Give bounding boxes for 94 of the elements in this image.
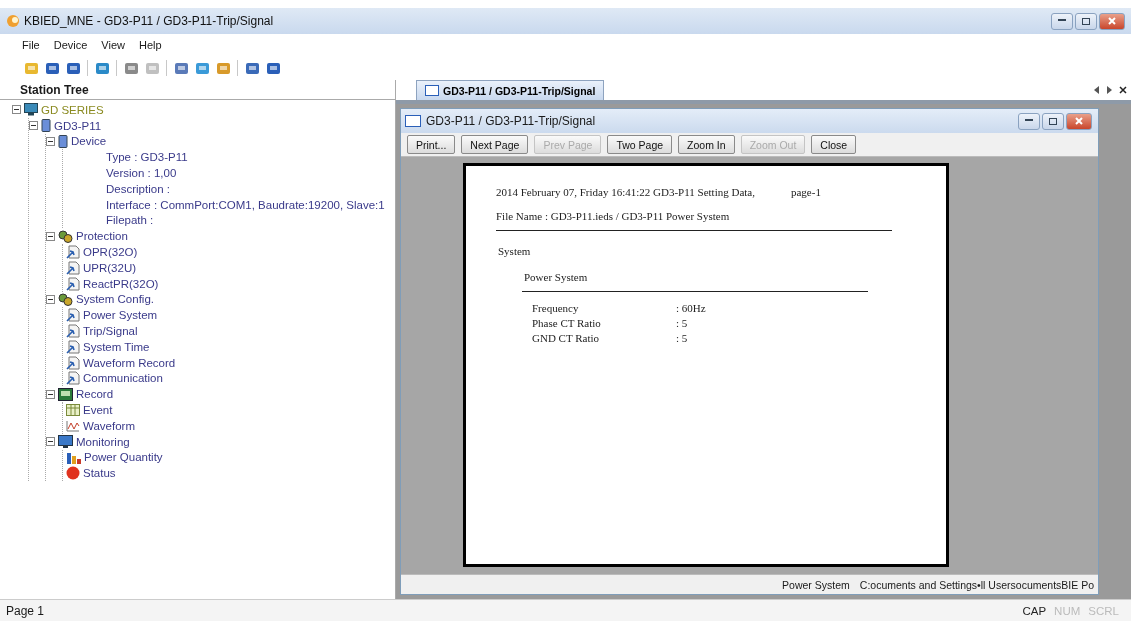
key-indicator: CAP: [1022, 604, 1047, 617]
minimize-button[interactable]: [1018, 112, 1040, 130]
maximize-icon: [1082, 17, 1090, 25]
setting-name: Phase CT Ratio: [532, 317, 602, 329]
close-icon: [1075, 117, 1083, 125]
tree-item[interactable]: Interface : CommPort:COM1, Baudrate:19200, Slave:1: [106, 198, 385, 211]
tree-item[interactable]: Waveform Record: [83, 356, 176, 369]
setting-name: GND CT Ratio: [532, 332, 601, 344]
record-icon: [58, 387, 73, 401]
tree-item[interactable]: Filepath :: [106, 214, 154, 227]
bar-chart-icon: [66, 450, 81, 464]
minimize-icon: [1025, 119, 1033, 123]
menu-item[interactable]: View: [101, 39, 125, 51]
key-indicator: NUM: [1054, 604, 1081, 617]
close-icon: [1108, 17, 1116, 25]
minimize-icon: [1058, 19, 1066, 23]
tree-item[interactable]: Protection: [76, 230, 128, 243]
tree-item[interactable]: Power System: [83, 309, 158, 322]
status-text: Power System: [782, 578, 850, 591]
section-heading: System: [498, 245, 531, 257]
tree-item[interactable]: Trip/Signal: [83, 325, 138, 338]
toolbar-button[interactable]: Close: [811, 135, 857, 154]
key-indicator: SCRL: [1088, 604, 1119, 617]
tree-item[interactable]: Version : 1,00: [106, 167, 177, 180]
tree-item[interactable]: Status: [83, 467, 116, 480]
tree-item[interactable]: System Time: [83, 340, 150, 353]
app-icon: [6, 14, 20, 28]
setting-value: : 60Hz: [676, 302, 707, 314]
subsection-heading: Power System: [524, 271, 588, 283]
page-icon: [66, 276, 80, 291]
toolbar-button[interactable]: Zoom In: [678, 135, 735, 154]
document-tab[interactable]: GD3-P11 / GD3-P11-Trip/Signal: [416, 80, 605, 100]
menu-item[interactable]: Device: [53, 39, 88, 51]
tree-item[interactable]: Monitoring: [76, 435, 130, 448]
menu-item[interactable]: Help: [139, 39, 162, 51]
tree-item[interactable]: Waveform: [83, 419, 135, 432]
tree-item[interactable]: UPR(32U): [83, 261, 137, 274]
collapse-icon[interactable]: [46, 437, 55, 447]
gears-icon: [58, 292, 73, 306]
close-icon[interactable]: [1118, 85, 1127, 95]
close-button[interactable]: [1099, 12, 1125, 30]
window-title: GD3-P11 / GD3-P11-Trip/Signal: [426, 114, 597, 128]
window-title: KBIED_MNE - GD3-P11 / GD3-P11-Trip/Signal: [24, 14, 275, 28]
tree-item[interactable]: Device: [71, 135, 107, 148]
collapse-icon[interactable]: [46, 231, 55, 241]
gears-icon: [58, 229, 73, 243]
scroll-right-icon[interactable]: [1105, 85, 1114, 95]
maximize-button[interactable]: [1075, 12, 1097, 30]
page-icon: [66, 371, 80, 386]
collapse-icon[interactable]: [29, 121, 38, 131]
file-name: File Name : GD3-P11.ieds / GD3-P11 Power System: [496, 210, 730, 222]
collapse-icon[interactable]: [46, 137, 55, 146]
tree-item[interactable]: Event: [83, 404, 113, 417]
collapse-icon[interactable]: [12, 105, 21, 115]
scroll-left-icon[interactable]: [1092, 85, 1101, 95]
collapse-icon[interactable]: [46, 389, 55, 399]
tree-item[interactable]: Type : GD3-P11: [106, 151, 188, 164]
status-dot-icon: [66, 466, 80, 481]
device-icon: [41, 119, 51, 133]
waveform-icon: [66, 419, 80, 432]
tree-item[interactable]: OPR(32O): [83, 246, 138, 259]
tree-item[interactable]: System Config.: [76, 293, 154, 306]
tree-item[interactable]: Description :: [106, 182, 170, 195]
restore-icon: [1049, 117, 1057, 125]
setting-value: : 5: [676, 317, 689, 329]
toolbar-button[interactable]: Two Page: [607, 135, 673, 154]
page-icon: [66, 308, 80, 323]
tree-item[interactable]: Communication: [83, 372, 163, 385]
page-icon: [66, 245, 80, 260]
restore-button[interactable]: [1042, 112, 1064, 130]
page-icon: [66, 260, 80, 275]
page-number: page-1: [791, 186, 821, 198]
toolbar-button[interactable]: Next Page: [461, 135, 529, 154]
menu-item[interactable]: File: [22, 39, 40, 51]
page-icon: [66, 355, 80, 370]
page-icon: [66, 324, 80, 339]
tree-item[interactable]: Record: [76, 388, 114, 401]
tree-item[interactable]: GD3-P11: [54, 119, 102, 132]
table-icon: [66, 404, 80, 417]
tree-item[interactable]: GD SERIES: [41, 103, 104, 116]
status-text: Page 1: [6, 603, 46, 618]
tree-item[interactable]: ReactPR(32O): [83, 277, 159, 290]
close-button[interactable]: [1066, 112, 1092, 130]
setting-value: : 5: [676, 332, 689, 344]
pane-title: Station Tree: [0, 80, 395, 100]
tree-item[interactable]: Power Quantity: [84, 451, 163, 464]
report-header: 2014 February 07, Friday 16:41:22 GD3-P11 Setting Data,: [496, 186, 755, 198]
status-text: C:ocuments and Settings•ll UsersocumentsBIE Po: [859, 578, 1094, 591]
device-icon: [58, 135, 68, 148]
collapse-icon[interactable]: [46, 294, 55, 304]
minimize-button[interactable]: [1051, 12, 1073, 30]
setting-name: Frequency: [532, 302, 580, 314]
toolbar-button[interactable]: Print...: [407, 135, 456, 154]
page-icon: [66, 339, 80, 354]
